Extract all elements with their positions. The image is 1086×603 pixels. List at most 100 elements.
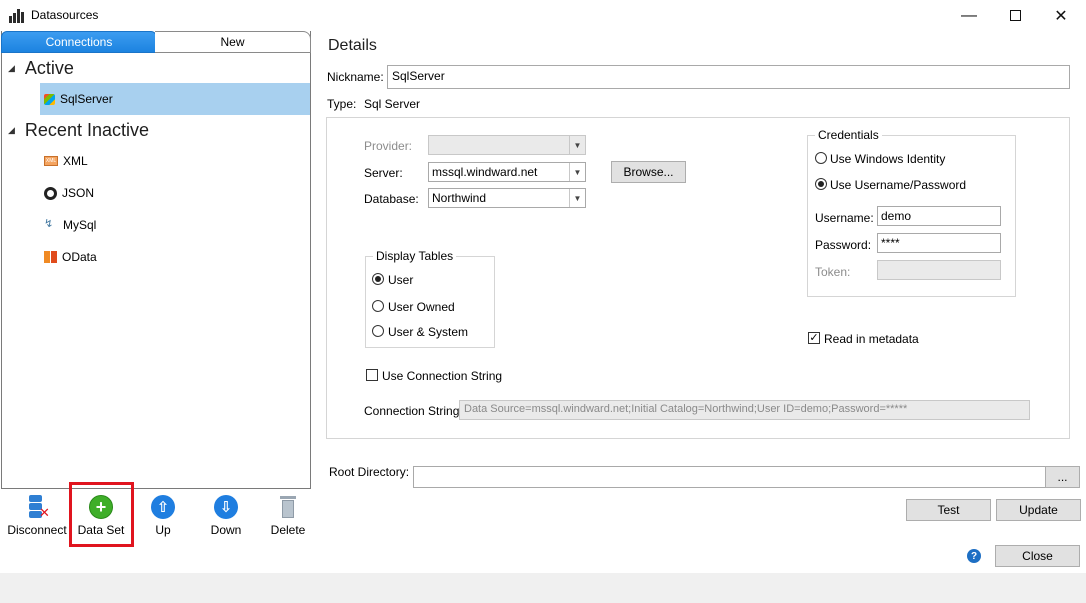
collapse-triangle-icon[interactable]: ◢ xyxy=(8,63,15,74)
disconnect-icon: ✕ xyxy=(25,495,50,519)
provider-label: Provider: xyxy=(364,139,413,153)
tree-item-label: SqlServer xyxy=(60,92,113,106)
bar-chart-icon xyxy=(9,9,25,23)
tree-item-json[interactable]: JSON xyxy=(40,177,310,209)
radio-selected-icon[interactable] xyxy=(372,273,384,285)
checkmark-icon[interactable]: ✓ xyxy=(808,332,820,344)
delete-button[interactable]: Delete xyxy=(265,491,311,541)
server-value: mssql.windward.net xyxy=(432,165,538,179)
tree-item-label: MySql xyxy=(63,218,97,232)
nickname-label: Nickname: xyxy=(327,70,384,84)
xml-icon: XML xyxy=(44,156,58,166)
arrow-up-icon: ⇧ xyxy=(151,495,175,519)
close-window-button[interactable]: ✕ xyxy=(1038,0,1084,31)
sqlserver-icon xyxy=(44,93,55,105)
update-button[interactable]: Update xyxy=(996,499,1081,521)
radio-label: User Owned xyxy=(388,300,455,314)
tree-group-label: Recent Inactive xyxy=(24,120,149,140)
radio-label: Use Windows Identity xyxy=(830,152,946,166)
token-label: Token: xyxy=(815,265,851,279)
display-tables-legend: Display Tables xyxy=(373,249,457,263)
mysql-icon: ↯ xyxy=(44,218,54,230)
radio-user[interactable]: User xyxy=(372,272,482,288)
radio-user-owned[interactable]: User Owned xyxy=(372,299,482,315)
password-input[interactable]: **** xyxy=(877,233,1001,253)
browse-button[interactable]: Browse... xyxy=(611,161,686,183)
username-input[interactable]: demo xyxy=(877,206,1001,226)
checkbox-label: Use Connection String xyxy=(382,369,503,383)
down-label: Down xyxy=(210,523,242,537)
connection-string-input: Data Source=mssql.windward.net;Initial C… xyxy=(459,400,1030,420)
move-up-button[interactable]: ⇧ Up xyxy=(140,491,186,541)
root-directory-input[interactable] xyxy=(413,466,1046,488)
server-select[interactable]: mssql.windward.net ▼ xyxy=(428,162,586,182)
radio-icon[interactable] xyxy=(815,152,827,164)
type-value: Sql Server xyxy=(364,97,421,111)
database-value: Northwind xyxy=(432,191,487,205)
highlight-annotation xyxy=(69,482,134,547)
type-label: Type: xyxy=(327,97,357,111)
radio-username-password[interactable]: Use Username/Password xyxy=(815,177,1005,193)
chevron-down-icon[interactable]: ▼ xyxy=(569,163,585,181)
radio-selected-icon[interactable] xyxy=(815,178,827,190)
radio-user-system[interactable]: User & System xyxy=(372,324,482,340)
radio-icon[interactable] xyxy=(372,300,384,312)
title-bar xyxy=(0,0,1086,31)
delete-label: Delete xyxy=(270,523,306,537)
use-connection-string-checkbox[interactable]: Use Connection String xyxy=(366,369,526,385)
read-metadata-checkbox[interactable]: ✓ Read in metadata xyxy=(808,332,948,348)
details-heading: Details xyxy=(328,37,377,54)
chevron-down-icon: ▼ xyxy=(569,136,585,154)
tree-item-odata[interactable]: OData xyxy=(40,241,310,273)
close-button[interactable]: Close xyxy=(995,545,1080,567)
tree-item-label: XML xyxy=(63,154,88,168)
database-select[interactable]: Northwind ▼ xyxy=(428,188,586,208)
radio-windows-identity[interactable]: Use Windows Identity xyxy=(815,151,1005,167)
database-label: Database: xyxy=(364,192,419,206)
close-icon: ✕ xyxy=(1054,7,1068,25)
footer-bar xyxy=(0,573,1086,603)
provider-select: ▼ xyxy=(428,135,586,155)
tree-item-sqlserver[interactable]: SqlServer xyxy=(40,83,310,115)
help-icon[interactable]: ? xyxy=(967,549,981,563)
username-label: Username: xyxy=(815,211,874,225)
minimize-icon: — xyxy=(961,6,977,24)
arrow-down-icon: ⇩ xyxy=(214,495,238,519)
radio-label: Use Username/Password xyxy=(830,178,967,192)
window-title: Datasources xyxy=(31,8,99,22)
connection-string-label: Connection String: xyxy=(364,404,463,418)
radio-icon[interactable] xyxy=(372,325,384,337)
token-input xyxy=(877,260,1001,280)
tree-group-label: Active xyxy=(24,58,74,78)
maximize-icon xyxy=(1009,10,1021,21)
tab-new[interactable]: New xyxy=(155,31,311,53)
credentials-legend: Credentials xyxy=(815,128,882,142)
json-icon xyxy=(44,186,57,200)
tree-group-active[interactable]: ◢ Active xyxy=(8,58,74,79)
password-label: Password: xyxy=(815,238,872,252)
up-label: Up xyxy=(155,523,171,537)
tab-connections[interactable]: Connections xyxy=(1,31,157,53)
maximize-button[interactable] xyxy=(992,0,1038,31)
checkbox-icon[interactable] xyxy=(366,369,378,381)
tree-item-label: JSON xyxy=(62,186,95,200)
collapse-triangle-icon[interactable]: ◢ xyxy=(8,125,15,136)
trash-icon xyxy=(276,495,300,519)
nickname-input[interactable]: SqlServer xyxy=(387,65,1070,89)
radio-label: User & System xyxy=(388,325,469,339)
odata-icon xyxy=(44,251,57,263)
test-button[interactable]: Test xyxy=(906,499,991,521)
tree-group-recent-inactive[interactable]: ◢ Recent Inactive xyxy=(8,120,149,141)
server-label: Server: xyxy=(364,166,403,180)
root-directory-browse-button[interactable]: ... xyxy=(1045,466,1080,488)
minimize-button[interactable]: — xyxy=(946,0,992,31)
tree-item-xml[interactable]: XML XML xyxy=(40,145,310,177)
chevron-down-icon[interactable]: ▼ xyxy=(569,189,585,207)
radio-label: User xyxy=(388,273,414,287)
tree-item-mysql[interactable]: ↯ MySql xyxy=(40,209,310,241)
disconnect-label: Disconnect xyxy=(7,523,67,537)
checkbox-label: Read in metadata xyxy=(824,332,919,346)
root-directory-label: Root Directory: xyxy=(329,465,410,479)
move-down-button[interactable]: ⇩ Down xyxy=(203,491,249,541)
disconnect-button[interactable]: ✕ Disconnect xyxy=(6,491,68,541)
